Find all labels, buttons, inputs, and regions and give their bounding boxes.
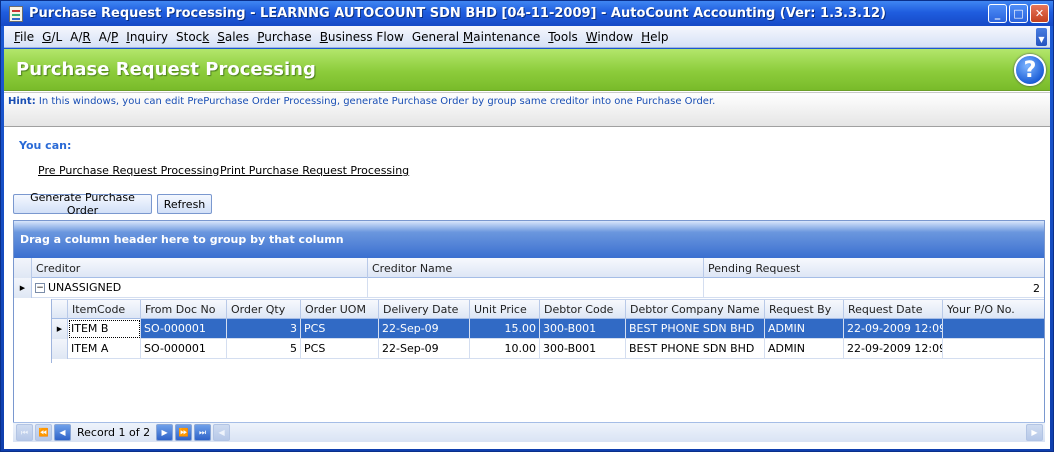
cell-unit-price[interactable]: 10.00 <box>470 339 540 359</box>
table-row[interactable]: ▶ ITEM B SO-000001 3 PCS 22-Sep-09 15.00… <box>52 319 1044 339</box>
next-page-icon[interactable]: ⏩ <box>175 424 193 441</box>
help-icon[interactable]: ? <box>1014 54 1046 86</box>
you-can-label: You can: <box>19 139 72 152</box>
header-banner: Purchase Request Processing ? <box>4 49 1050 91</box>
last-record-icon[interactable]: ⏭ <box>194 424 212 441</box>
cell-from-doc-no[interactable]: SO-000001 <box>141 319 227 339</box>
menu-item-business-flow[interactable]: Business Flow <box>316 30 408 44</box>
column-header-creditor[interactable]: Creditor <box>32 258 368 278</box>
cell-debtor-company-name[interactable]: BEST PHONE SDN BHD <box>626 339 765 359</box>
minimize-button[interactable]: _ <box>988 4 1007 23</box>
cell-delivery-date[interactable]: 22-Sep-09 <box>379 319 470 339</box>
column-header-your-po-no[interactable]: Your P/O No. <box>943 300 1044 319</box>
cell-request-by[interactable]: ADMIN <box>765 339 844 359</box>
collapse-icon[interactable]: − <box>35 282 45 293</box>
detail-indicator-header <box>52 300 68 320</box>
cell-delivery-date[interactable]: 22-Sep-09 <box>379 339 470 359</box>
detail-grid: ItemCode From Doc No Order Qty Order UOM… <box>51 299 1044 363</box>
scroll-left-icon[interactable]: ◀ <box>213 424 231 441</box>
maximize-button[interactable]: □ <box>1009 4 1028 23</box>
column-header-debtor-code[interactable]: Debtor Code <box>540 300 626 319</box>
row-indicator-header <box>14 258 32 278</box>
column-header-request-date[interactable]: Request Date <box>844 300 943 319</box>
menu-item-tools[interactable]: Tools <box>544 30 582 44</box>
window-controls: _ □ ✕ <box>988 4 1049 23</box>
menu-item-purchase[interactable]: Purchase <box>253 30 316 44</box>
menu-item-g-l[interactable]: G/L <box>38 30 66 44</box>
table-row[interactable]: ITEM A SO-000001 5 PCS 22-Sep-09 10.00 3… <box>52 339 1044 359</box>
row-indicator-arrow-icon: ▶ <box>52 319 68 339</box>
record-counter: Record 1 of 2 <box>77 426 151 439</box>
cell-request-by[interactable]: ADMIN <box>765 319 844 339</box>
menu-item-sales[interactable]: Sales <box>213 30 253 44</box>
cell-itemcode[interactable]: ITEM B <box>68 319 141 339</box>
cell-your-po-no[interactable] <box>943 339 1044 359</box>
column-header-itemcode[interactable]: ItemCode <box>68 300 141 319</box>
column-header-order-qty[interactable]: Order Qty <box>227 300 301 319</box>
cell-order-uom[interactable]: PCS <box>301 319 379 339</box>
app-window: Purchase Request Processing - LEARNNG AU… <box>0 0 1054 452</box>
column-header-creditor-name[interactable]: Creditor Name <box>368 258 704 278</box>
cell-your-po-no[interactable] <box>943 319 1044 339</box>
cell-unit-price[interactable]: 15.00 <box>470 319 540 339</box>
cell-order-uom[interactable]: PCS <box>301 339 379 359</box>
print-purchase-request-link[interactable]: Print Purchase Request Processing <box>220 164 409 177</box>
creditor-name-value <box>367 277 703 298</box>
pre-purchase-request-link[interactable]: Pre Purchase Request Processing <box>38 164 219 177</box>
creditor-value: UNASSIGNED <box>48 281 122 294</box>
next-record-icon[interactable]: ▶ <box>156 424 174 441</box>
cell-from-doc-no[interactable]: SO-000001 <box>141 339 227 359</box>
cell-order-qty[interactable]: 5 <box>227 339 301 359</box>
row-indicator-arrow-icon: ▶ <box>14 277 32 298</box>
row-indicator <box>52 339 68 359</box>
previous-page-icon[interactable]: ⏪ <box>35 424 52 441</box>
pending-request-value: 2 <box>703 277 1044 298</box>
title-bar[interactable]: Purchase Request Processing - LEARNNG AU… <box>1 1 1053 26</box>
cell-debtor-code[interactable]: 300-B001 <box>540 339 626 359</box>
generate-purchase-order-button[interactable]: Generate Purchase Order <box>13 191 152 217</box>
first-record-icon[interactable]: ⏮ <box>16 424 33 441</box>
menu-item-window[interactable]: Window <box>582 30 637 44</box>
column-header-request-by[interactable]: Request By <box>765 300 844 319</box>
hint-label: Hint: <box>8 96 36 107</box>
column-header-order-uom[interactable]: Order UOM <box>301 300 379 319</box>
cell-order-qty[interactable]: 3 <box>227 319 301 339</box>
page-title: Purchase Request Processing <box>16 59 316 80</box>
cell-request-date[interactable]: 22-09-2009 12:09 <box>844 319 943 339</box>
grid-header-row: Creditor Creditor Name Pending Request <box>14 258 1044 278</box>
menu-item-inquiry[interactable]: Inquiry <box>122 30 172 44</box>
cell-debtor-code[interactable]: 300-B001 <box>540 319 626 339</box>
menu-item-help[interactable]: Help <box>637 30 672 44</box>
main-content: Purchase Request Processing ? Hint: In t… <box>4 49 1050 449</box>
close-button[interactable]: ✕ <box>1030 4 1049 23</box>
window-title: Purchase Request Processing - LEARNNG AU… <box>29 6 887 21</box>
menu-item-file[interactable]: File <box>10 30 38 44</box>
cell-request-date[interactable]: 22-09-2009 12:09 <box>844 339 943 359</box>
column-header-from-doc-no[interactable]: From Doc No <box>141 300 227 319</box>
group-row-unassigned[interactable]: ▶ − UNASSIGNED 2 <box>14 277 1044 298</box>
cell-itemcode[interactable]: ITEM A <box>68 339 141 359</box>
column-header-unit-price[interactable]: Unit Price <box>470 300 540 319</box>
cell-debtor-company-name[interactable]: BEST PHONE SDN BHD <box>626 319 765 339</box>
menu-bar: File G/L A/R A/P Inquiry Stock Sales Purchase Bu… <box>4 26 1050 48</box>
group-by-panel[interactable]: Drag a column header here to group by th… <box>14 221 1044 258</box>
previous-record-icon[interactable]: ◀ <box>54 424 71 441</box>
menu-item-general-maintenance[interactable]: General Maintenance <box>408 30 544 44</box>
hint-text: In this windows, you can edit PrePurchas… <box>38 96 716 107</box>
refresh-button[interactable]: Refresh <box>157 194 212 214</box>
scroll-right-icon[interactable]: ▶ <box>1026 424 1043 441</box>
column-header-delivery-date[interactable]: Delivery Date <box>379 300 470 319</box>
column-header-pending-request[interactable]: Pending Request <box>704 258 1044 278</box>
app-icon <box>9 5 23 22</box>
record-navigator: ⏮ ⏪ ◀ Record 1 of 2 ▶ ⏩ ⏭ ◀ ▶ <box>13 422 1045 442</box>
menu-item-stock[interactable]: Stock <box>172 30 213 44</box>
menu-item-a-p[interactable]: A/P <box>95 30 123 44</box>
chevron-down-icon[interactable]: ▼ <box>1036 28 1047 46</box>
purchase-request-grid: Drag a column header here to group by th… <box>13 220 1045 440</box>
detail-header-row: ItemCode From Doc No Order Qty Order UOM… <box>52 299 1044 320</box>
menu-item-a-r[interactable]: A/R <box>66 30 95 44</box>
hint-box: Hint: In this windows, you can edit PreP… <box>4 92 1050 127</box>
column-header-debtor-company-name[interactable]: Debtor Company Name <box>626 300 765 319</box>
